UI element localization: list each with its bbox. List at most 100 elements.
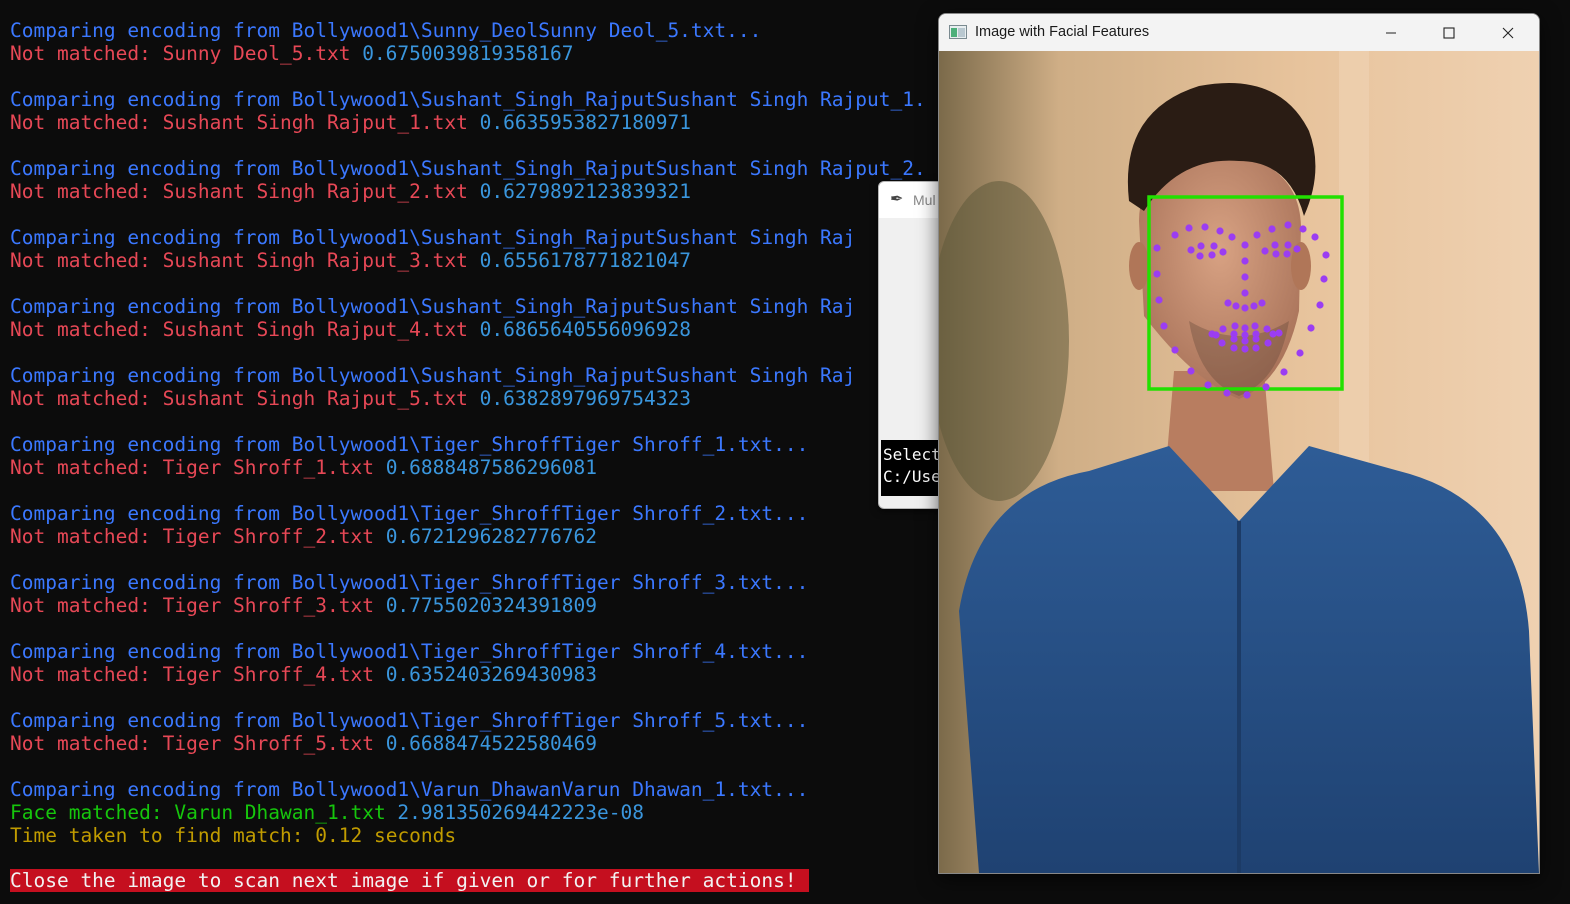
landmark-point [1212,331,1220,339]
landmark-point [1280,368,1288,376]
terminal-line-text: Comparing encoding from Bollywood1\Sunny… [10,19,762,42]
landmark-point [1231,322,1239,330]
terminal-line-text: Not matched: Sushant Singh Rajput_2.txt [10,180,480,203]
landmark-point [1262,383,1270,391]
terminal-line-text: Not matched: Tiger Shroff_5.txt [10,732,386,755]
landmark-point [1171,346,1179,354]
landmark-point [1230,335,1238,343]
terminal-line-value: 0.7755020324391809 [385,594,598,617]
terminal-line: Not matched: Sushant Singh Rajput_1.txt … [10,111,691,134]
terminal-line-value: 0.6688474522580469 [385,732,598,755]
photo-ear-left [1129,242,1149,290]
face-photo-canvas [939,51,1539,873]
landmark-point [1241,337,1249,345]
landmark-point [1264,339,1272,347]
terminal-line: Not matched: Tiger Shroff_5.txt 0.668847… [10,732,597,755]
terminal-line: Not matched: Sushant Singh Rajput_2.txt … [10,180,691,203]
image-window[interactable]: Image with Facial Features [938,13,1540,874]
landmark-point [1155,296,1163,304]
terminal-line-value: 0.6635953827180971 [479,111,691,134]
terminal-line-text: Comparing encoding from Bollywood1\Tiger… [10,433,809,456]
terminal-line-text: Comparing encoding from Bollywood1\Susha… [10,364,856,387]
terminal-line-text: Comparing encoding from Bollywood1\Susha… [10,157,926,180]
terminal-line: Comparing encoding from Bollywood1\Sunny… [10,19,761,42]
terminal-line: Time taken to find match: 0.12 seconds [10,824,456,847]
landmark-point [1296,349,1304,357]
landmark-point [1253,231,1261,239]
maximize-button[interactable] [1420,14,1478,51]
close-button[interactable] [1479,14,1537,51]
landmark-point [1223,389,1231,397]
landmark-point [1263,325,1271,333]
terminal-line-value: 0.6556178771821047 [479,249,691,272]
landmark-point [1196,252,1204,260]
terminal-line: Comparing encoding from Bollywood1\Susha… [10,88,926,111]
landmark-point [1204,381,1212,389]
landmark-point [1243,391,1251,399]
terminal-line: Comparing encoding from Bollywood1\Varun… [10,778,808,801]
landmark-point [1284,241,1292,249]
terminal-line: Face matched: Varun Dhawan_1.txt 2.98135… [10,801,644,824]
terminal-line: Not matched: Tiger Shroff_4.txt 0.635240… [10,663,597,686]
terminal-line-text: Not matched: Sushant Singh Rajput_3.txt [10,249,480,272]
landmark-point [1210,242,1218,250]
landmark-point [1320,275,1328,283]
terminal-line: Not matched: Sushant Singh Rajput_3.txt … [10,249,691,272]
terminal-line-text: Comparing encoding from Bollywood1\Varun… [10,778,809,801]
landmark-point [1187,367,1195,375]
landmark-point [1208,251,1216,259]
image-window-titlebar[interactable]: Image with Facial Features [939,14,1539,51]
terminal-line-text: Comparing encoding from Bollywood1\Tiger… [10,640,809,663]
landmark-point [1269,330,1277,338]
landmark-point [1252,344,1260,352]
landmark-point [1250,302,1258,310]
landmark-point [1241,304,1249,312]
app-window-icon [949,25,967,39]
terminal-line-value: 0.6382897969754323 [479,387,691,410]
landmark-point [1241,345,1249,353]
terminal-line: Comparing encoding from Bollywood1\Tiger… [10,571,808,594]
minimize-button[interactable] [1362,14,1420,51]
terminal-line: Not matched: Sushant Singh Rajput_4.txt … [10,318,691,341]
landmark-point [1224,299,1232,307]
landmark-point [1241,257,1249,265]
landmark-point [1251,322,1259,330]
terminal-line: Comparing encoding from Bollywood1\Susha… [10,364,855,387]
terminal-line-value: 0.6888487586296081 [385,456,598,479]
terminal-line-text: Comparing encoding from Bollywood1\Susha… [10,88,926,111]
terminal-line: Comparing encoding from Bollywood1\Tiger… [10,502,808,525]
terminal-line-suffix: seconds [362,824,457,847]
terminal-line-text: Not matched: Sushant Singh Rajput_1.txt [10,111,480,134]
terminal-line: Comparing encoding from Bollywood1\Susha… [10,226,855,249]
terminal-line-text: Comparing encoding from Bollywood1\Susha… [10,226,856,249]
landmark-point [1271,241,1279,249]
landmark-point [1299,225,1307,233]
landmark-point [1219,248,1227,256]
terminal-line: Comparing encoding from Bollywood1\Tiger… [10,640,808,663]
landmark-point [1252,335,1260,343]
landmark-point [1316,301,1324,309]
landmark-point [1187,246,1195,254]
landmark-point [1241,289,1249,297]
terminal-line: Comparing encoding from Bollywood1\Susha… [10,295,855,318]
terminal-line-text: Time taken to find match: [10,824,316,847]
terminal-line-text: Not matched: Sunny Deol_5.txt [10,42,363,65]
terminal-line-text: Not matched: Tiger Shroff_4.txt [10,663,386,686]
terminal-banner: Close the image to scan next image if gi… [10,869,809,892]
terminal-line: Comparing encoding from Bollywood1\Tiger… [10,433,808,456]
terminal-line-value: 0.6865640556096928 [479,318,691,341]
landmark-point [1153,244,1161,252]
landmark-point [1268,225,1276,233]
landmark-point [1201,223,1209,231]
terminal-line-value: 0.6721296282776762 [385,525,598,548]
landmark-point [1228,233,1236,241]
terminal-line-value: 2.981350269442223e-08 [397,801,644,824]
terminal-line-text: Comparing encoding from Bollywood1\Tiger… [10,502,809,525]
terminal-line-value: 0.6352403269430983 [385,663,598,686]
landmark-point [1272,250,1280,258]
landmark-point [1219,325,1227,333]
landmark-point [1241,241,1249,249]
terminal-line: Comparing encoding from Bollywood1\Susha… [10,157,926,180]
landmark-point [1258,299,1266,307]
landmark-point [1232,302,1240,310]
